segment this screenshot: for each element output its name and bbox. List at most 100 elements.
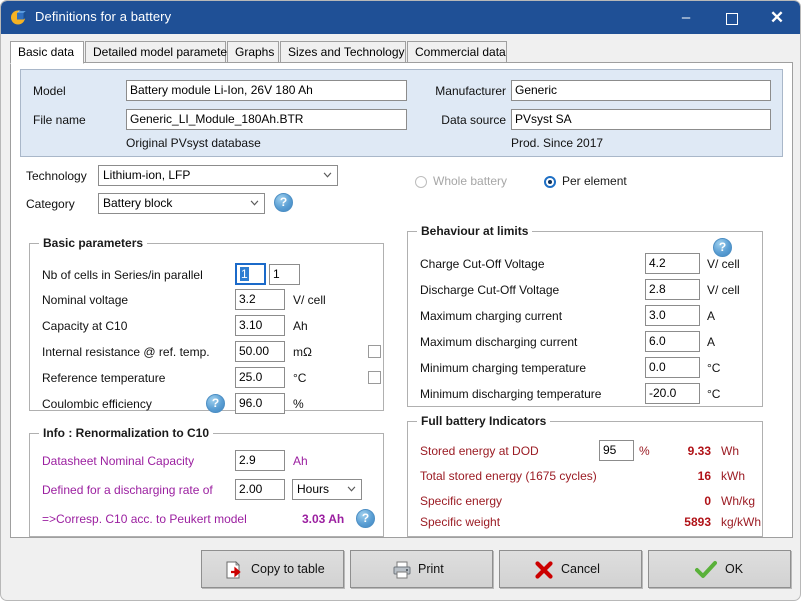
- copy-to-table-button[interactable]: Copy to table: [201, 550, 344, 588]
- discharging-rate-label: Defined for a discharging rate of: [42, 483, 213, 497]
- dod-input[interactable]: 95: [599, 440, 634, 461]
- capacity-c10-input[interactable]: 3.10: [235, 315, 285, 336]
- nominal-voltage-unit: V/ cell: [293, 293, 326, 307]
- cancel-label: Cancel: [561, 562, 600, 576]
- coulombic-efficiency-input[interactable]: 96.0: [235, 393, 285, 414]
- behaviour-limits-help-icon[interactable]: [713, 238, 732, 257]
- reference-temperature-checkbox[interactable]: [368, 371, 381, 384]
- discharging-rate-input[interactable]: 2.00: [235, 479, 285, 500]
- full-battery-indicators-title: Full battery Indicators: [417, 414, 551, 428]
- radio-per-element-label: Per element: [562, 174, 627, 188]
- internal-resistance-input[interactable]: 50.00: [235, 341, 285, 362]
- discharge-cutoff-unit: V/ cell: [707, 283, 740, 297]
- model-label: Model: [33, 84, 66, 98]
- min-charging-temp-input[interactable]: 0.0: [645, 357, 700, 378]
- cancel-button[interactable]: Cancel: [499, 550, 642, 588]
- reference-temperature-label: Reference temperature: [42, 371, 166, 385]
- tab-graphs[interactable]: Graphs: [227, 41, 279, 63]
- peukert-help-icon[interactable]: [356, 509, 375, 528]
- battery-definition-dialog: Definitions for a battery – ✕ Basic data…: [0, 0, 801, 601]
- datasheet-capacity-input[interactable]: 2.9: [235, 450, 285, 471]
- radio-dot: [544, 176, 556, 188]
- capacity-c10-unit: Ah: [293, 319, 308, 333]
- max-discharging-current-unit: A: [707, 335, 716, 349]
- charge-cutoff-unit: V/ cell: [707, 257, 740, 271]
- renormalization-title: Info : Renormalization to C10: [39, 426, 214, 440]
- print-label: Print: [418, 562, 444, 576]
- minimize-button[interactable]: –: [663, 1, 709, 34]
- radio-whole-battery-label: Whole battery: [433, 174, 508, 188]
- total-stored-energy-label: Total stored energy (1675 cycles): [420, 469, 597, 483]
- discharging-rate-unit-value: Hours: [297, 482, 330, 496]
- tab-commercial-data[interactable]: Commercial data: [407, 41, 507, 63]
- nominal-voltage-input[interactable]: 3.2: [235, 289, 285, 310]
- stored-energy-unit: Wh: [721, 444, 739, 458]
- coulombic-efficiency-unit: %: [293, 397, 304, 411]
- manufacturer-input[interactable]: Generic: [511, 80, 771, 101]
- file-name-label: File name: [33, 113, 86, 127]
- min-discharging-temp-label: Minimum discharging temperature: [420, 387, 602, 401]
- behaviour-limits-title: Behaviour at limits: [417, 224, 533, 238]
- maximize-button[interactable]: [709, 1, 755, 34]
- max-charging-current-input[interactable]: 3.0: [645, 305, 700, 326]
- manufacturer-label: Manufacturer: [435, 84, 506, 98]
- min-charging-temp-label: Minimum charging temperature: [420, 361, 587, 375]
- peukert-result-value: 3.03 Ah: [302, 512, 345, 526]
- pvsyst-sphere-icon: [11, 10, 26, 25]
- cells-parallel-input[interactable]: 1: [269, 264, 300, 285]
- specific-energy-unit: Wh/kg: [721, 494, 756, 508]
- model-input[interactable]: Battery module Li-Ion, 26V 180 Ah: [126, 80, 407, 101]
- copy-to-table-label: Copy to table: [251, 562, 325, 576]
- data-source-input[interactable]: PVsyst SA: [511, 109, 771, 130]
- datasheet-capacity-unit: Ah: [293, 454, 308, 468]
- total-stored-energy-unit: kWh: [721, 469, 745, 483]
- max-discharging-current-label: Maximum discharging current: [420, 335, 578, 349]
- tab-detailed-model[interactable]: Detailed model parameters: [85, 41, 237, 63]
- title-bar: Definitions for a battery – ✕: [1, 1, 800, 34]
- reference-temperature-input[interactable]: 25.0: [235, 367, 285, 388]
- specific-weight-label: Specific weight: [420, 515, 501, 529]
- tab-strip: Basic data Detailed model parameters Gra…: [10, 41, 793, 64]
- discharging-rate-unit-dropdown[interactable]: Hours: [292, 479, 362, 500]
- radio-dot: [415, 176, 427, 188]
- coulombic-efficiency-help-icon[interactable]: [206, 394, 225, 413]
- ok-button[interactable]: OK: [648, 550, 791, 588]
- category-help-icon[interactable]: [274, 193, 293, 212]
- close-button[interactable]: ✕: [755, 1, 799, 34]
- internal-resistance-unit: mΩ: [293, 345, 312, 359]
- dod-unit: %: [639, 444, 650, 458]
- min-discharging-temp-unit: °C: [707, 387, 721, 401]
- specific-weight-unit: kg/kWh: [721, 515, 762, 529]
- cells-series-input[interactable]: 1: [235, 263, 266, 285]
- production-note: Prod. Since 2017: [511, 136, 604, 150]
- min-discharging-temp-input[interactable]: -20.0: [645, 383, 700, 404]
- file-name-input[interactable]: Generic_LI_Module_180Ah.BTR: [126, 109, 407, 130]
- window-title: Definitions for a battery: [35, 9, 172, 24]
- technology-dropdown[interactable]: Lithium-ion, LFP: [98, 165, 338, 186]
- database-note: Original PVsyst database: [126, 136, 261, 150]
- category-label: Category: [26, 197, 75, 211]
- tab-sizes-technology[interactable]: Sizes and Technology: [280, 41, 406, 63]
- stored-energy-value: 9.33: [687, 444, 711, 458]
- coulombic-efficiency-label: Coulombic efficiency: [42, 397, 152, 411]
- specific-energy-label: Specific energy: [420, 494, 503, 508]
- chevron-down-icon: [250, 200, 259, 206]
- peukert-result-label: =>Corresp. C10 acc. to Peukert model: [42, 512, 247, 526]
- discharge-cutoff-label: Discharge Cut-Off Voltage: [420, 283, 560, 297]
- basic-data-panel: Model Battery module Li-Ion, 26V 180 Ah …: [10, 63, 793, 538]
- min-charging-temp-unit: °C: [707, 361, 721, 375]
- category-dropdown[interactable]: Battery block: [98, 193, 265, 214]
- red-x-icon: [535, 561, 553, 579]
- chevron-down-icon: [347, 486, 356, 492]
- technology-value: Lithium-ion, LFP: [103, 168, 191, 182]
- max-discharging-current-input[interactable]: 6.0: [645, 331, 700, 352]
- specific-weight-value: 5893: [684, 515, 711, 529]
- datasheet-capacity-label: Datasheet Nominal Capacity: [42, 454, 195, 468]
- print-button[interactable]: Print: [350, 550, 493, 588]
- charge-cutoff-input[interactable]: 4.2: [645, 253, 700, 274]
- internal-resistance-checkbox[interactable]: [368, 345, 381, 358]
- discharge-cutoff-input[interactable]: 2.8: [645, 279, 700, 300]
- tab-basic-data[interactable]: Basic data: [10, 41, 84, 64]
- max-charging-current-label: Maximum charging current: [420, 309, 563, 323]
- technology-label: Technology: [26, 169, 87, 183]
